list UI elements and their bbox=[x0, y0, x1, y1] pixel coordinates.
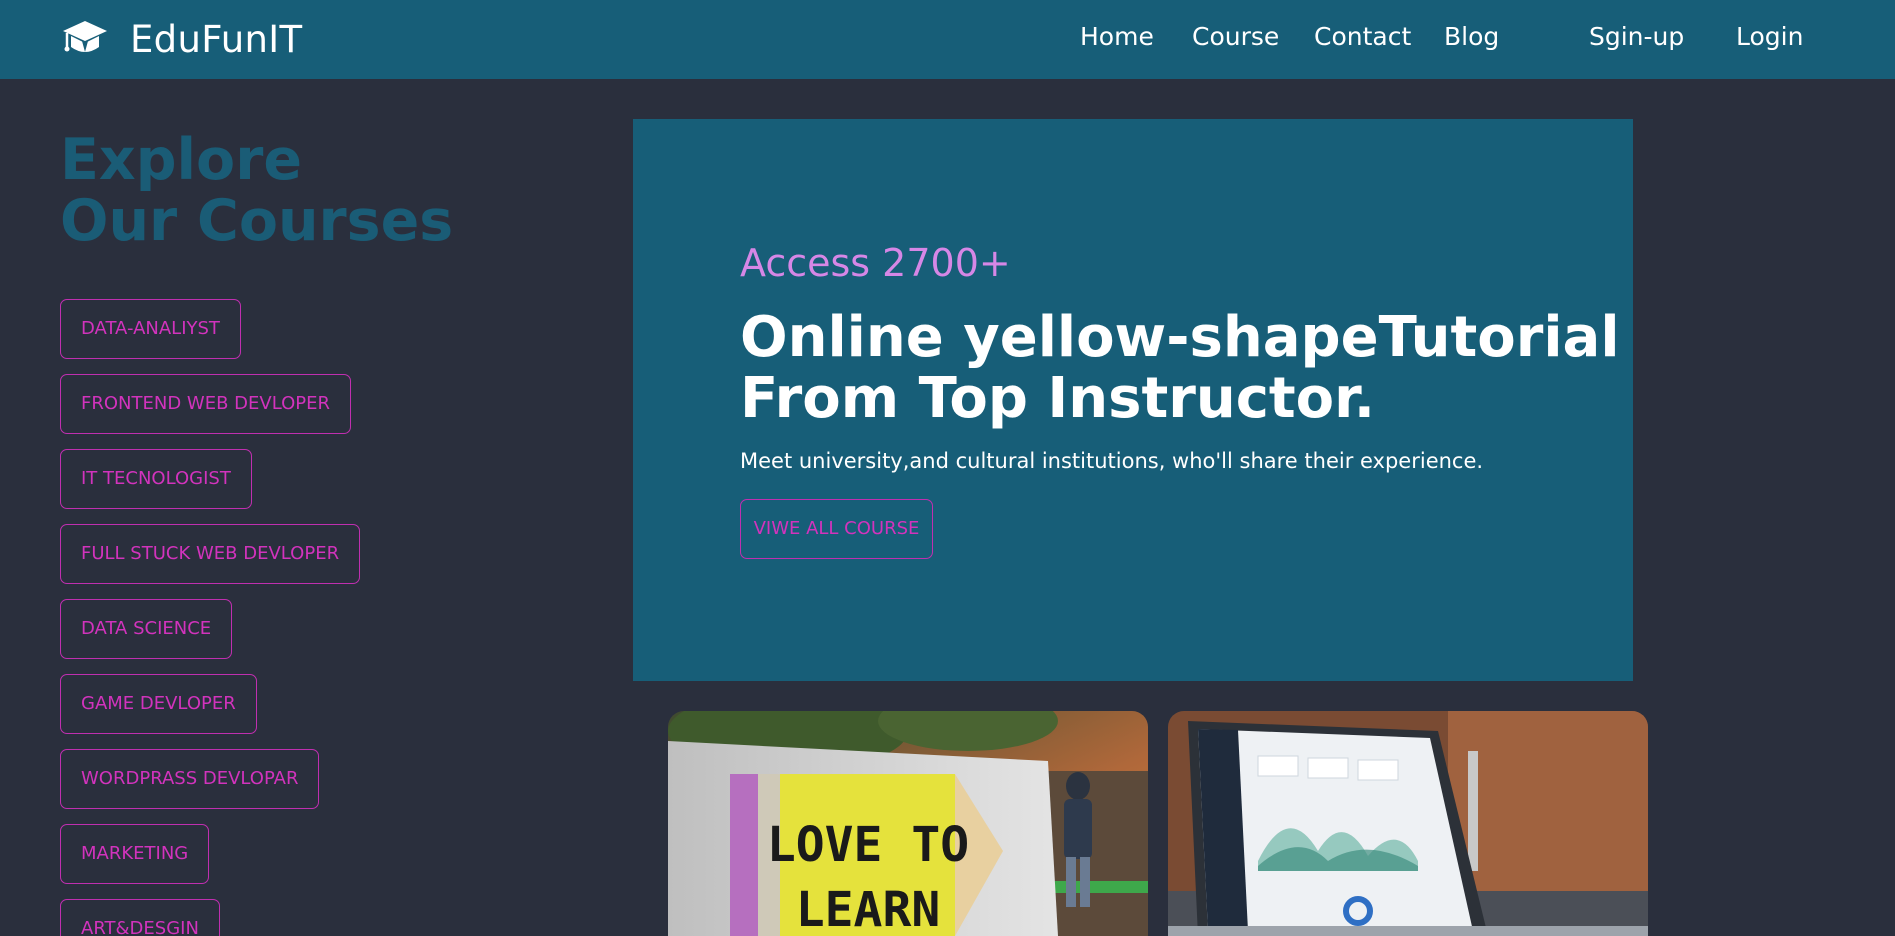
graduation-cap-icon bbox=[63, 21, 107, 52]
course-button-data-science[interactable]: DATA SCIENCE bbox=[60, 599, 233, 659]
course-button-data-analyst[interactable]: DATA-ANALIYST bbox=[60, 299, 241, 359]
course-button-it-tecnologist[interactable]: IT TECNOLOGIST bbox=[60, 449, 252, 509]
nav-signup[interactable]: Sgin-up bbox=[1589, 22, 1684, 51]
nav-course[interactable]: Course bbox=[1192, 22, 1279, 51]
nav-home[interactable]: Home bbox=[1080, 22, 1154, 51]
hero-subtitle: Meet university,and cultural institution… bbox=[740, 449, 1484, 473]
love-to-learn-image: LOVE TO LEARN bbox=[668, 711, 1148, 936]
explore-title-line2: Our Courses bbox=[60, 188, 454, 254]
nav-login[interactable]: Login bbox=[1736, 22, 1803, 51]
course-button-game-devloper[interactable]: GAME DEVLOPER bbox=[60, 674, 257, 734]
hero-banner: Access 2700+ Online yellow-shapeTutorial… bbox=[633, 119, 1633, 681]
laptop-dashboard-image bbox=[1168, 711, 1648, 936]
nav-contact[interactable]: Contact bbox=[1314, 22, 1411, 51]
hero-title-line2: From Top Instructor. bbox=[740, 366, 1376, 431]
course-button-full-stack[interactable]: FULL STUCK WEB DEVLOPER bbox=[60, 524, 361, 584]
course-card-laptop[interactable] bbox=[1168, 711, 1648, 936]
nav-blog[interactable]: Blog bbox=[1444, 22, 1499, 51]
brand[interactable]: EduFunIT bbox=[62, 16, 302, 62]
view-all-course-button[interactable]: VIWE ALL COURSE bbox=[740, 499, 933, 559]
course-button-wordpress[interactable]: WORDPRASS DEVLOPAR bbox=[60, 749, 320, 809]
card-text-learn: LEARN bbox=[796, 882, 941, 936]
brand-name: EduFunIT bbox=[130, 17, 303, 61]
explore-title-line1: Explore bbox=[60, 127, 302, 193]
explore-title: Explore Our Courses bbox=[60, 130, 453, 252]
course-button-art-design[interactable]: ART&DESGIN bbox=[60, 899, 220, 936]
hero-title-line1: Online yellow-shapeTutorial bbox=[740, 305, 1620, 370]
course-button-frontend[interactable]: FRONTEND WEB DEVLOPER bbox=[60, 374, 351, 434]
card-text-love-to: LOVE TO bbox=[767, 817, 969, 873]
navbar: EduFunIT Home Course Contact Blog Sgin-u… bbox=[0, 0, 1895, 79]
course-card-love-to-learn[interactable]: LOVE TO LEARN bbox=[668, 711, 1148, 936]
hero-title: Online yellow-shapeTutorial From Top Ins… bbox=[740, 307, 1620, 429]
course-button-marketing[interactable]: MARKETING bbox=[60, 824, 210, 884]
hero-access-count: Access 2700+ bbox=[740, 241, 1011, 285]
